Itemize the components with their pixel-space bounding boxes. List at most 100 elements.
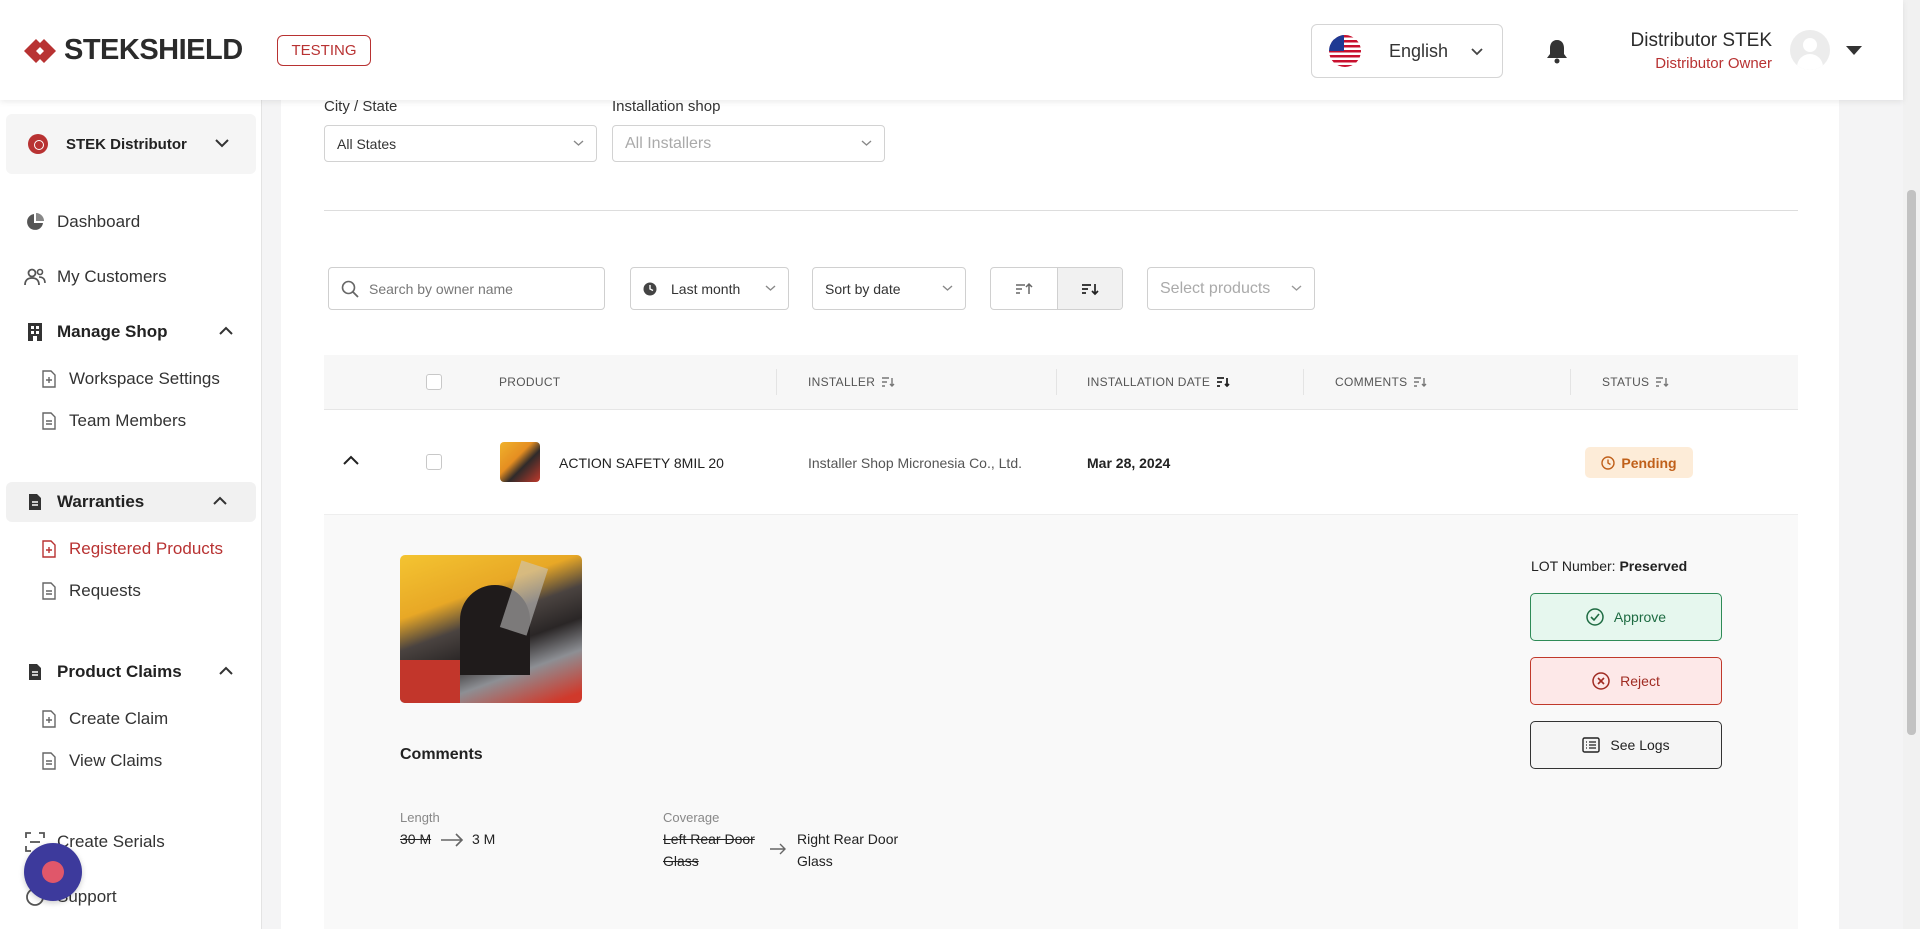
column-installer[interactable]: INSTALLER bbox=[808, 375, 895, 389]
sidebar-item-label: Create Claim bbox=[69, 709, 169, 728]
sidebar-item-label: Workspace Settings bbox=[69, 369, 220, 388]
file-plus-icon bbox=[40, 368, 58, 390]
user-name: Distributor STEK bbox=[1630, 30, 1772, 51]
sidebar-group-label: Product Claims bbox=[57, 662, 182, 681]
logo-text: STEKSHIELD bbox=[64, 34, 243, 66]
column-installation-date[interactable]: INSTALLATION DATE bbox=[1087, 375, 1230, 389]
clock-icon bbox=[1601, 455, 1616, 470]
section-divider bbox=[324, 210, 1798, 211]
chevron-up-icon bbox=[213, 496, 227, 505]
notification-bell-icon[interactable] bbox=[1545, 38, 1569, 64]
organization-switcher[interactable]: STEK Distributor bbox=[6, 114, 256, 174]
user-menu-caret-icon[interactable] bbox=[1846, 46, 1862, 55]
chevron-down-icon bbox=[215, 139, 229, 148]
shop-filter-label: Installation shop bbox=[612, 98, 721, 115]
sidebar-item-registered-products[interactable]: Registered Products bbox=[0, 529, 262, 569]
product-name[interactable]: ACTION SAFETY 8MIL 20 bbox=[559, 455, 724, 471]
file-icon bbox=[40, 580, 58, 602]
sidebar-item-workspace-settings[interactable]: Workspace Settings bbox=[0, 359, 262, 399]
reject-button[interactable]: Reject bbox=[1530, 657, 1722, 705]
list-icon bbox=[1582, 737, 1601, 753]
period-select[interactable]: Last month bbox=[630, 267, 789, 310]
sort-select[interactable]: Sort by date bbox=[812, 267, 966, 310]
stekshield-logo[interactable]: STEKSHIELD bbox=[22, 34, 243, 67]
sidebar-item-dashboard[interactable]: Dashboard bbox=[0, 202, 262, 242]
sidebar-group-label: Warranties bbox=[57, 492, 145, 511]
coverage-new-value-line1: Right Rear Door bbox=[797, 831, 899, 847]
org-logo-icon bbox=[28, 134, 48, 154]
chevron-down-icon bbox=[765, 285, 776, 291]
comments-title: Comments bbox=[400, 746, 483, 763]
sort-descending-icon bbox=[1081, 283, 1099, 295]
chevron-down-icon bbox=[861, 140, 872, 146]
chat-widget-button[interactable] bbox=[24, 843, 82, 901]
scrollbar-thumb[interactable] bbox=[1907, 190, 1916, 735]
file-plus-icon bbox=[40, 708, 58, 730]
sort-descending-button[interactable] bbox=[1056, 268, 1122, 309]
installation-shop-select[interactable]: All Installers bbox=[612, 125, 885, 162]
sort-direction-toggle bbox=[990, 267, 1123, 310]
length-old-value: 30 M bbox=[400, 831, 432, 847]
installation-photo[interactable] bbox=[400, 555, 582, 703]
avatar[interactable] bbox=[1790, 30, 1830, 70]
collapse-row-icon[interactable] bbox=[342, 454, 360, 466]
main-content: City / State All States Installation sho… bbox=[281, 98, 1839, 929]
sidebar-item-label: Dashboard bbox=[57, 212, 141, 231]
column-separator bbox=[1570, 369, 1571, 395]
x-circle-icon bbox=[1592, 672, 1610, 690]
sort-value: Sort by date bbox=[825, 280, 901, 297]
sidebar-group-manage-shop[interactable]: Manage Shop bbox=[0, 312, 262, 352]
chevron-down-icon bbox=[942, 285, 953, 291]
clock-icon bbox=[643, 282, 657, 295]
sort-icon bbox=[882, 377, 895, 387]
page-scrollbar[interactable] bbox=[1903, 0, 1920, 929]
us-flag-icon bbox=[1329, 35, 1361, 67]
owner-search[interactable] bbox=[328, 267, 605, 310]
table-row[interactable]: ACTION SAFETY 8MIL 20 Installer Shop Mic… bbox=[324, 410, 1798, 515]
sort-icon bbox=[1656, 377, 1669, 387]
sort-active-icon bbox=[1217, 377, 1230, 388]
city-state-select[interactable]: All States bbox=[324, 125, 597, 162]
length-label: Length bbox=[400, 810, 440, 825]
logo-mark-icon bbox=[24, 38, 56, 63]
products-select[interactable]: Select products bbox=[1147, 267, 1315, 310]
lot-number-label: LOT Number: bbox=[1531, 558, 1616, 574]
sort-ascending-icon bbox=[1015, 282, 1033, 294]
coverage-new-value-line2: Glass bbox=[797, 853, 833, 869]
sidebar-item-label: Registered Products bbox=[69, 539, 224, 558]
file-icon bbox=[40, 410, 58, 432]
installation-shop-placeholder: All Installers bbox=[625, 134, 712, 152]
row-checkbox[interactable] bbox=[426, 454, 442, 470]
sort-ascending-button[interactable] bbox=[991, 268, 1057, 309]
file-icon bbox=[40, 750, 58, 772]
lot-number-value: Preserved bbox=[1619, 558, 1688, 574]
select-all-checkbox[interactable] bbox=[426, 374, 442, 390]
length-new-value: 3 M bbox=[472, 831, 496, 847]
products-placeholder: Select products bbox=[1160, 279, 1271, 297]
approve-button[interactable]: Approve bbox=[1530, 593, 1722, 641]
installer-name: Installer Shop Micronesia Co., Ltd. bbox=[808, 455, 1022, 471]
table-header: PRODUCT INSTALLER INSTALLATION DATE COMM… bbox=[324, 355, 1798, 410]
sidebar-item-view-claims[interactable]: View Claims bbox=[0, 741, 262, 781]
language-selector[interactable]: English bbox=[1311, 24, 1503, 78]
chat-widget-icon bbox=[42, 861, 64, 883]
chevron-down-icon bbox=[1291, 285, 1302, 291]
sidebar-item-team-members[interactable]: Team Members bbox=[0, 401, 262, 441]
sidebar-item-create-claim[interactable]: Create Claim bbox=[0, 699, 262, 739]
column-status[interactable]: STATUS bbox=[1602, 375, 1669, 389]
reject-label: Reject bbox=[1620, 673, 1660, 689]
sidebar: STEK Distributor Dashboard My Customers … bbox=[0, 100, 262, 929]
coverage-label: Coverage bbox=[663, 810, 720, 825]
sidebar-group-warranties[interactable]: Warranties bbox=[6, 482, 256, 522]
column-comments[interactable]: COMMENTS bbox=[1335, 375, 1427, 389]
see-logs-button[interactable]: See Logs bbox=[1530, 721, 1722, 769]
search-input[interactable] bbox=[369, 280, 569, 297]
check-circle-icon bbox=[1586, 608, 1604, 626]
column-separator bbox=[1056, 369, 1057, 395]
coverage-old-value-line2: Glass bbox=[663, 853, 699, 869]
sidebar-item-requests[interactable]: Requests bbox=[0, 571, 262, 611]
sidebar-group-product-claims[interactable]: Product Claims bbox=[0, 652, 262, 692]
sidebar-item-my-customers[interactable]: My Customers bbox=[0, 257, 262, 297]
chevron-up-icon bbox=[219, 326, 233, 335]
file-plus-icon bbox=[40, 538, 58, 560]
